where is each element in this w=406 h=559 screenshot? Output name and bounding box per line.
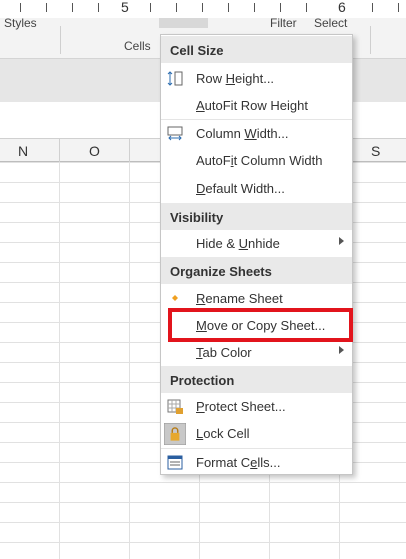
menu-item-row-height[interactable]: Row Height... [161, 65, 352, 92]
menu-item-label: Hide & Unhide [196, 236, 280, 251]
column-header-s[interactable]: S [371, 143, 380, 159]
ruler-tick [72, 3, 73, 12]
submenu-arrow-icon [339, 237, 344, 245]
ruler-tick [306, 3, 307, 12]
ruler-tick [176, 3, 177, 12]
ruler-tick [150, 3, 151, 12]
menu-item-autofit-row-height[interactable]: AutoFit Row Height [161, 92, 352, 119]
cells-group-label: Cells [124, 39, 151, 53]
ruler-tick [20, 3, 21, 12]
lock-icon [164, 423, 186, 445]
ruler-tick [280, 3, 281, 12]
menu-item-default-width[interactable]: Default Width... [161, 175, 352, 202]
menu-item-label: Rename Sheet [196, 291, 283, 306]
section-title: Cell Size [170, 43, 224, 58]
ruler-tick [202, 3, 203, 12]
menu-item-column-width[interactable]: Column Width... [161, 119, 352, 146]
menu-item-format-cells[interactable]: Format Cells... [161, 448, 352, 475]
menu-item-protect-sheet[interactable]: Protect Sheet... [161, 393, 352, 420]
ribbon-separator [60, 26, 61, 54]
menu-item-label: Tab Color [196, 345, 252, 360]
format-dropdown-menu: Cell Size Row Height... AutoFit Row Heig… [160, 34, 353, 475]
section-organize-sheets: Organize Sheets [161, 257, 352, 284]
row-height-icon [167, 71, 183, 86]
ruler-tick [254, 3, 255, 12]
ruler-mark-5: 5 [121, 0, 129, 15]
highlight-annotation-box [168, 308, 353, 342]
section-protection: Protection [161, 366, 352, 393]
styles-group-label[interactable]: Styles [4, 16, 37, 30]
ruler-tick [46, 3, 47, 12]
menu-item-autofit-column-width[interactable]: AutoFit Column Width [161, 147, 352, 174]
section-visibility: Visibility [161, 203, 352, 230]
rename-sheet-icon [172, 295, 178, 301]
section-title: Organize Sheets [170, 264, 272, 279]
menu-item-label: Protect Sheet... [196, 399, 286, 414]
select-button-label[interactable]: Select [314, 16, 347, 30]
filter-button-label[interactable]: Filter [270, 16, 297, 30]
ruler-tick [98, 3, 99, 12]
protect-sheet-icon [167, 399, 183, 414]
ribbon-separator [370, 26, 371, 54]
menu-item-label: Default Width... [196, 181, 285, 196]
column-divider[interactable] [59, 139, 60, 163]
column-divider[interactable] [129, 139, 130, 163]
menu-item-tab-color[interactable]: Tab Color [161, 339, 352, 366]
ruler-mark-6: 6 [338, 0, 346, 15]
menu-item-label: Format Cells... [196, 455, 281, 470]
menu-item-label: AutoFit Row Height [196, 98, 308, 113]
section-title: Protection [170, 373, 235, 388]
column-width-icon [167, 126, 183, 141]
ruler-tick [228, 3, 229, 12]
ruler-tick [372, 3, 373, 12]
menu-item-label: Row Height... [196, 71, 275, 86]
menu-item-label: Column Width... [196, 126, 289, 141]
column-header-o[interactable]: O [89, 143, 100, 159]
menu-item-label: Lock Cell [196, 426, 250, 441]
format-button-pressed[interactable] [159, 18, 208, 28]
section-title: Visibility [170, 210, 224, 225]
menu-item-lock-cell[interactable]: Lock Cell [161, 420, 352, 447]
section-cell-size: Cell Size [161, 36, 352, 63]
ruler-tick [398, 3, 399, 12]
column-header-n[interactable]: N [18, 143, 28, 159]
format-cells-icon [167, 455, 183, 470]
menu-item-label: AutoFit Column Width [196, 153, 323, 168]
submenu-arrow-icon [339, 346, 344, 354]
menu-item-hide-unhide[interactable]: Hide & Unhide [161, 230, 352, 257]
